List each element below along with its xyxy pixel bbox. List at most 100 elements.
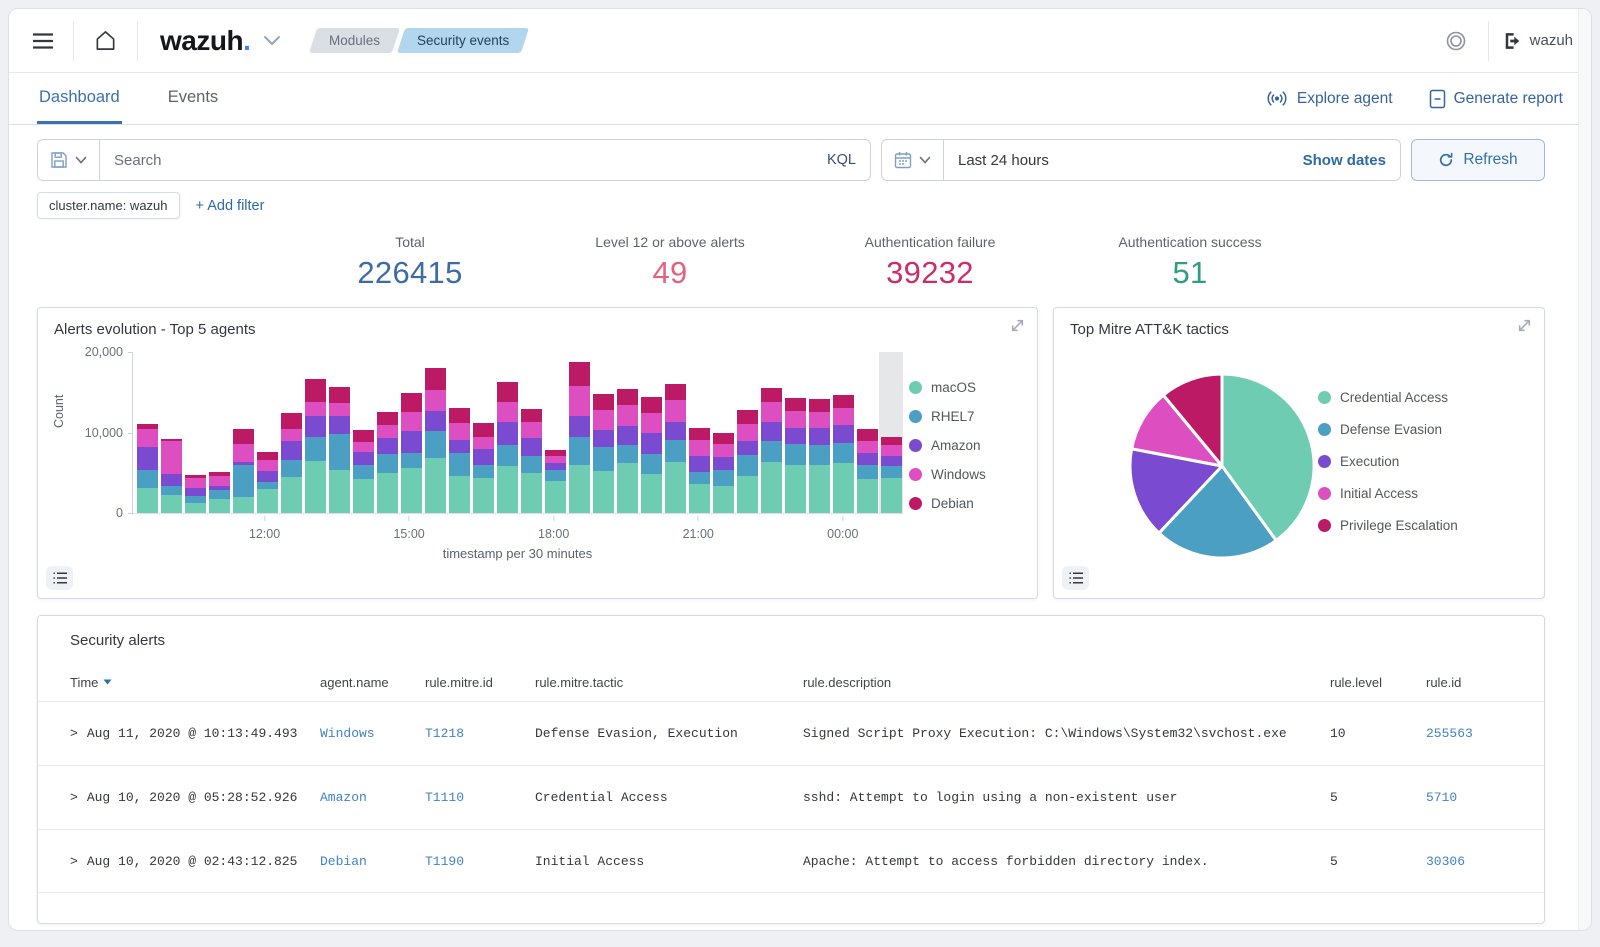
generate-report-button[interactable]: Generate report — [1429, 89, 1563, 109]
expand-row-icon[interactable]: > — [70, 854, 78, 869]
bar-15:30[interactable] — [423, 352, 447, 513]
bar-11:00[interactable] — [207, 352, 231, 513]
calendar-menu[interactable] — [882, 140, 944, 180]
legend-dot — [1318, 519, 1331, 532]
bar-segment-Windows — [161, 441, 182, 475]
legend-item-Defense Evasion[interactable]: Defense Evasion — [1318, 422, 1494, 437]
bar-16:30[interactable] — [471, 352, 495, 513]
time-range-value[interactable]: Last 24 hours — [944, 152, 1289, 169]
bar-18:30[interactable] — [567, 352, 591, 513]
bar-00:00[interactable] — [831, 352, 855, 513]
bar-segment-macOS — [641, 474, 662, 513]
bar-22:00[interactable] — [735, 352, 759, 513]
column-header-rule.mitre.id[interactable]: rule.mitre.id — [425, 675, 535, 690]
legend-item-Initial Access[interactable]: Initial Access — [1318, 486, 1494, 501]
bar-12:30[interactable] — [279, 352, 303, 513]
bar-15:00[interactable] — [399, 352, 423, 513]
bar-14:00[interactable] — [351, 352, 375, 513]
column-header-Time[interactable]: Time — [70, 675, 320, 690]
menu-hamburger-icon[interactable] — [27, 27, 59, 55]
bar-20:30[interactable] — [663, 352, 687, 513]
cell-rule-id: 30306 — [1426, 854, 1512, 869]
bar-21:30[interactable] — [711, 352, 735, 513]
bar-23:30[interactable] — [807, 352, 831, 513]
legend-label: Amazon — [931, 438, 981, 453]
legend-item-Windows[interactable]: Windows — [909, 467, 1021, 482]
bar-14:30[interactable] — [375, 352, 399, 513]
saved-queries-menu[interactable] — [38, 140, 100, 180]
chevron-down-icon[interactable] — [257, 29, 287, 52]
column-header-rule.mitre.tactic[interactable]: rule.mitre.tactic — [535, 675, 803, 690]
stat-value[interactable]: 49 — [540, 255, 800, 291]
wazuh-logo[interactable]: wazuh. — [160, 25, 251, 57]
expand-icon[interactable] — [1010, 318, 1025, 338]
bar-segment-Debian — [329, 387, 350, 403]
expand-row-icon[interactable]: > — [70, 790, 78, 805]
kql-button[interactable]: KQL — [813, 152, 870, 168]
bar-22:30[interactable] — [759, 352, 783, 513]
explore-agent-button[interactable]: Explore agent — [1265, 89, 1393, 108]
expand-row-icon[interactable]: > — [70, 726, 78, 741]
bar-segment-Debian — [473, 423, 494, 437]
bar-10:30[interactable] — [183, 352, 207, 513]
bar-00:30[interactable] — [855, 352, 879, 513]
expand-icon[interactable] — [1517, 318, 1532, 338]
column-header-rule.level[interactable]: rule.level — [1330, 675, 1426, 690]
inspect-button[interactable] — [46, 566, 73, 590]
bar-09:30[interactable] — [135, 352, 159, 513]
filter-chip[interactable]: cluster.name: wazuh — [37, 192, 180, 219]
bar-18:00[interactable] — [543, 352, 567, 513]
bar-17:30[interactable] — [519, 352, 543, 513]
bar-13:30[interactable] — [327, 352, 351, 513]
show-dates-button[interactable]: Show dates — [1289, 152, 1400, 169]
legend-item-Execution[interactable]: Execution — [1318, 454, 1494, 469]
legend-item-Debian[interactable]: Debian — [909, 496, 1021, 511]
bar-20:00[interactable] — [639, 352, 663, 513]
refresh-button[interactable]: Refresh — [1411, 139, 1545, 181]
stat-value[interactable]: 226415 — [280, 255, 540, 291]
home-icon[interactable] — [88, 23, 123, 58]
legend-dot — [909, 439, 922, 452]
add-filter-button[interactable]: + Add filter — [196, 198, 265, 214]
bar-23:00[interactable] — [783, 352, 807, 513]
bar-19:30[interactable] — [615, 352, 639, 513]
legend-item-Credential Access[interactable]: Credential Access — [1318, 390, 1494, 405]
legend-item-RHEL7[interactable]: RHEL7 — [909, 409, 1021, 424]
cell-mitre-id: T1110 — [425, 790, 535, 805]
scrollbar-gutter[interactable] — [1578, 9, 1591, 930]
bar-segment-RHEL7 — [713, 470, 734, 486]
column-header-rule.id[interactable]: rule.id — [1426, 675, 1512, 690]
column-header-rule.description[interactable]: rule.description — [803, 675, 1330, 690]
bar-segment-Debian — [737, 410, 758, 424]
bar-01:00[interactable] — [879, 352, 903, 513]
bar-10:00[interactable] — [159, 352, 183, 513]
bar-segment-Windows — [257, 460, 278, 471]
breadcrumb-modules[interactable]: Modules — [309, 28, 400, 53]
breadcrumb-security-events[interactable]: Security events — [397, 28, 529, 53]
chevron-down-icon — [919, 156, 931, 164]
bar-17:00[interactable] — [495, 352, 519, 513]
stat-value[interactable]: 51 — [1060, 255, 1320, 291]
bar-segment-RHEL7 — [641, 454, 662, 474]
bar-11:30[interactable] — [231, 352, 255, 513]
divider — [1488, 21, 1489, 61]
bar-16:00[interactable] — [447, 352, 471, 513]
health-ring-icon[interactable] — [1438, 23, 1474, 59]
bar-segment-macOS — [761, 462, 782, 513]
table-row: >Aug 10, 2020 @ 02:43:12.825DebianT1190I… — [38, 829, 1544, 893]
legend-item-Amazon[interactable]: Amazon — [909, 438, 1021, 453]
legend-item-macOS[interactable]: macOS — [909, 380, 1021, 395]
bar-21:00[interactable] — [687, 352, 711, 513]
search-input[interactable] — [100, 152, 813, 169]
bar-19:00[interactable] — [591, 352, 615, 513]
legend-item-Privilege Escalation[interactable]: Privilege Escalation — [1318, 518, 1494, 533]
tab-dashboard[interactable]: Dashboard — [37, 73, 122, 124]
user-menu[interactable]: wazuh — [1503, 32, 1573, 50]
x-axis-title: timestamp per 30 minutes — [132, 546, 903, 561]
bar-12:00[interactable] — [255, 352, 279, 513]
tab-events[interactable]: Events — [166, 73, 220, 124]
stat-value[interactable]: 39232 — [800, 255, 1060, 291]
inspect-button[interactable] — [1062, 566, 1089, 590]
bar-13:00[interactable] — [303, 352, 327, 513]
column-header-agent.name[interactable]: agent.name — [320, 675, 425, 690]
